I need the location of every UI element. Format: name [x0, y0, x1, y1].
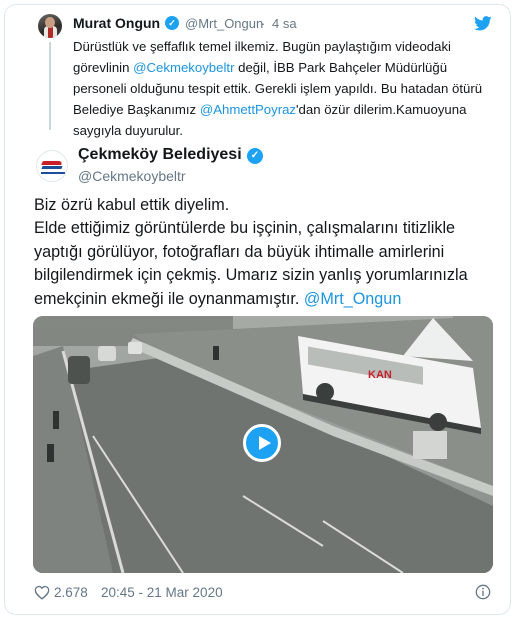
parent-tweet-text: Dürüstlük ve şeffaflık temel ilkemiz. Bu… — [73, 39, 483, 138]
tweet-text: Biz özrü kabul ettik diyelim. Elde ettiğ… — [34, 196, 468, 308]
info-icon[interactable] — [475, 584, 491, 600]
heart-icon[interactable] — [34, 585, 50, 600]
bus-text: KAN — [368, 369, 392, 381]
mention-link[interactable]: @Cekmekoybeltr — [133, 60, 234, 75]
play-icon[interactable] — [243, 424, 281, 462]
parent-author-name[interactable]: Murat Ongun — [73, 15, 160, 31]
verified-badge-icon: ✓ — [247, 148, 263, 164]
separator-dot: · — [261, 16, 266, 31]
avatar[interactable] — [38, 14, 62, 38]
thread-line — [49, 42, 51, 130]
twitter-bird-icon[interactable] — [474, 16, 492, 31]
author-name[interactable]: Çekmeköy Belediyesi — [78, 146, 242, 164]
mention-link[interactable]: @AhmettPoyraz — [200, 102, 296, 117]
parent-author-handle[interactable]: @Mrt_Ongun — [185, 16, 263, 31]
tweet-timestamp[interactable]: 20:45 - 21 Mar 2020 — [101, 585, 223, 600]
like-count: 2.678 — [54, 585, 88, 600]
author-handle[interactable]: @Cekmekoybeltr — [78, 168, 186, 184]
mention-link[interactable]: @Mrt_Ongun — [304, 290, 401, 308]
parent-timestamp[interactable]: 4 sa — [272, 16, 297, 31]
verified-badge-icon: ✓ — [165, 16, 179, 30]
avatar[interactable] — [36, 150, 68, 182]
